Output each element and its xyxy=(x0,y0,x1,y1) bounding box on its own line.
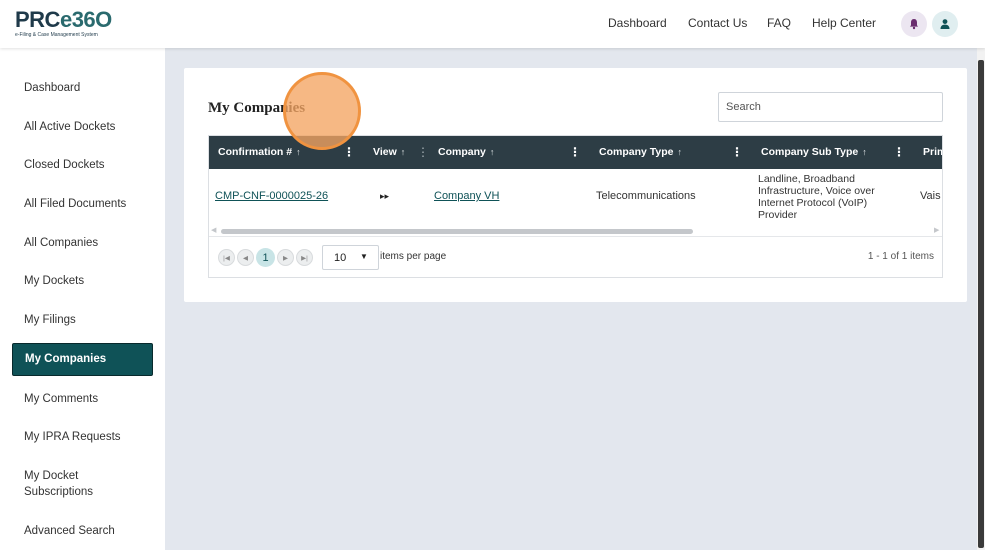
grid-scrollbar-thumb[interactable] xyxy=(221,229,693,234)
search-input[interactable] xyxy=(718,92,943,122)
logo-text: PRCe36O xyxy=(15,7,112,32)
sidebar-item-all-active-dockets[interactable]: All Active Dockets xyxy=(24,119,115,135)
sort-arrow-icon: ↑ xyxy=(677,147,682,157)
sidebar: Dashboard All Active Dockets Closed Dock… xyxy=(0,48,165,550)
sort-arrow-icon: ↑ xyxy=(296,147,301,157)
page-number-button[interactable]: 1 xyxy=(256,248,275,267)
column-header-primary[interactable]: Prim xyxy=(923,146,942,158)
primary-cell: Vais xyxy=(920,190,941,202)
grid-pager: |◀ ◀ 1 ▶ ▶| 10 ▼ items per page 1 - 1 of… xyxy=(209,236,942,277)
column-header-view[interactable]: View ↑ xyxy=(373,146,405,158)
nav-help-center[interactable]: Help Center xyxy=(812,16,876,30)
page-title: My Companies xyxy=(208,100,306,116)
prc-logo[interactable]: PRCe36O e-Filing & Case Management Syste… xyxy=(15,9,115,39)
last-page-icon[interactable]: ▶| xyxy=(296,249,313,266)
column-header-company-sub-type[interactable]: Company Sub Type ↑ xyxy=(761,146,867,158)
column-menu-icon[interactable]: ⋮ xyxy=(893,145,905,159)
top-header: PRCe36O e-Filing & Case Management Syste… xyxy=(0,0,985,48)
company-link[interactable]: Company VH xyxy=(434,190,499,202)
sort-arrow-icon: ↑ xyxy=(400,147,406,157)
sidebar-item-closed-dockets[interactable]: Closed Dockets xyxy=(24,157,105,173)
next-page-icon[interactable]: ▶ xyxy=(277,249,294,266)
sidebar-item-all-filed-documents[interactable]: All Filed Documents xyxy=(24,196,126,212)
first-page-icon[interactable]: |◀ xyxy=(218,249,235,266)
pager-info: 1 - 1 of 1 items xyxy=(867,251,934,262)
sidebar-item-my-ipra-requests[interactable]: My IPRA Requests xyxy=(24,429,121,445)
sidebar-item-my-dockets[interactable]: My Dockets xyxy=(24,273,84,289)
column-header-company[interactable]: Company ↑ xyxy=(438,146,494,158)
companies-card: My Companies Confirmation #↑ ⋮ View↑ ⋮ C… xyxy=(184,68,967,302)
sidebar-item-my-companies[interactable]: My Companies xyxy=(12,343,153,376)
logo-subtitle: e-Filing & Case Management System xyxy=(15,32,98,38)
confirmation-link[interactable]: CMP-CNF-0000025-26 xyxy=(215,190,328,202)
view-icon[interactable]: ▸▸ xyxy=(380,191,389,202)
scroll-right-icon[interactable]: ▶ xyxy=(934,226,939,234)
column-menu-icon[interactable]: ⋮ xyxy=(731,145,743,159)
sidebar-item-dashboard[interactable]: Dashboard xyxy=(24,80,80,96)
page-size-value: 10 xyxy=(334,252,347,264)
sidebar-item-all-companies[interactable]: All Companies xyxy=(24,235,98,251)
sidebar-item-my-docket-subscriptions[interactable]: My Docket Subscriptions xyxy=(24,468,124,500)
sidebar-item-advanced-search[interactable]: Advanced Search xyxy=(24,523,115,539)
user-menu-button[interactable] xyxy=(932,11,958,37)
column-resize-handle[interactable]: ⋮ xyxy=(417,145,429,159)
nav-faq[interactable]: FAQ xyxy=(767,16,791,30)
chevron-down-icon: ▼ xyxy=(360,252,368,261)
nav-dashboard[interactable]: Dashboard xyxy=(608,16,667,30)
grid-horizontal-scrollbar[interactable]: ◀ ▶ xyxy=(209,226,942,235)
company-sub-type-cell: Landline, Broadband Infrastructure, Voic… xyxy=(758,173,875,221)
column-header-confirmation[interactable]: Confirmation # ↑ xyxy=(218,146,301,158)
column-menu-icon[interactable]: ⋮ xyxy=(569,145,581,159)
sidebar-item-my-comments[interactable]: My Comments xyxy=(24,391,98,407)
sidebar-item-my-filings[interactable]: My Filings xyxy=(24,312,76,328)
sort-arrow-icon: ↑ xyxy=(489,147,495,157)
notifications-button[interactable] xyxy=(901,11,927,37)
scroll-left-icon[interactable]: ◀ xyxy=(211,226,216,234)
page-scrollbar[interactable] xyxy=(977,48,985,550)
sort-arrow-icon: ↑ xyxy=(862,147,867,157)
items-per-page-label: items per page xyxy=(380,251,447,262)
grid-header: Confirmation # ↑ ⋮ View ↑ ⋮ Company ↑ ⋮ Com… xyxy=(209,136,942,169)
column-menu-icon[interactable]: ⋮ xyxy=(343,145,355,159)
nav-contact-us[interactable]: Contact Us xyxy=(688,16,747,30)
page-size-select[interactable]: 10 ▼ xyxy=(322,245,379,270)
user-icon xyxy=(940,19,950,29)
page-scrollbar-thumb[interactable] xyxy=(978,60,984,548)
previous-page-icon[interactable]: ◀ xyxy=(237,249,254,266)
column-header-company-type[interactable]: Company Type ↑ xyxy=(599,146,682,158)
companies-grid: Confirmation # ↑ ⋮ View ↑ ⋮ Company ↑ ⋮ Com… xyxy=(208,135,943,278)
company-type-cell: Telecommunications xyxy=(596,190,696,202)
bell-icon xyxy=(910,19,918,30)
